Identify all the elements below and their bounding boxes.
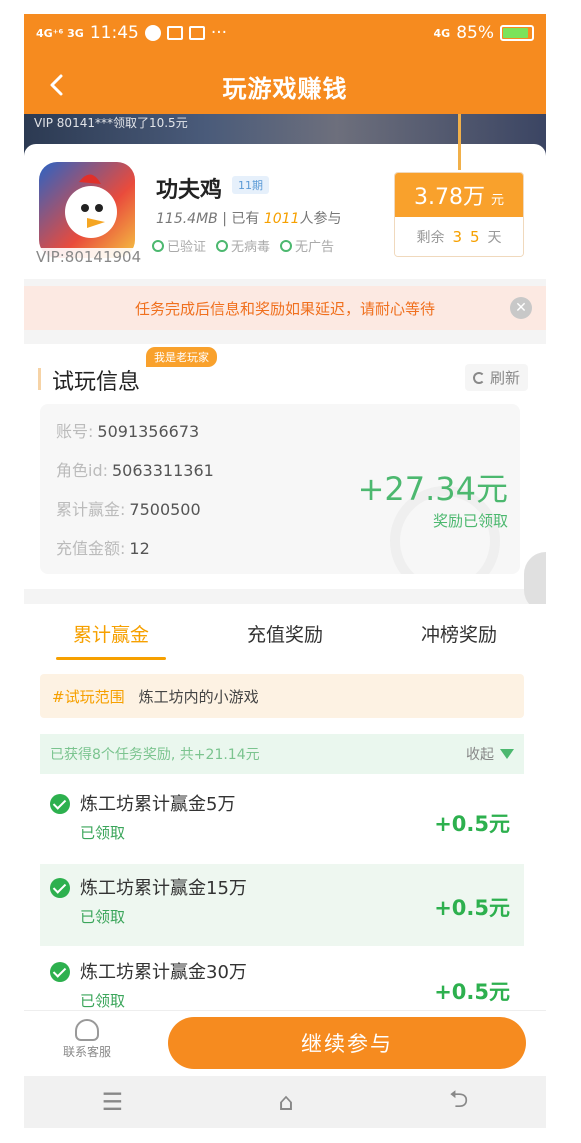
range-value: 炼工坊内的小游戏 (138, 687, 259, 706)
verified-tag: 已验证 (152, 236, 206, 255)
remaining-days-digit-2: 5 (470, 228, 480, 246)
network-right-indicator: 4G (433, 26, 451, 40)
app-icon (39, 162, 135, 258)
app-tags: 已验证 无病毒 无广告 (152, 236, 334, 255)
total-win-row: 累计赢金: 7500500 (56, 500, 201, 519)
shield-check-icon (216, 239, 229, 252)
section-accent-bar (38, 368, 41, 390)
task-reward: +0.5元 (434, 896, 510, 920)
trial-info-title: 试玩信息 (52, 370, 141, 395)
task-reward: +0.5元 (434, 980, 510, 1004)
remaining-days-digit-1: 3 (452, 228, 462, 246)
check-circle-icon (50, 794, 70, 814)
task-name: 炼工坊累计赢金15万 (80, 878, 247, 899)
refresh-icon (472, 372, 485, 384)
task-item: 炼工坊累计赢金15万 已领取 +0.5元 (40, 864, 524, 946)
banner-connector (458, 114, 461, 170)
more-notifications: ··· (210, 23, 228, 43)
reward-amount: +27.34元 (357, 470, 508, 508)
old-player-badge: 我是老玩家 (146, 347, 217, 367)
notification-icon (144, 25, 161, 41)
check-circle-icon (50, 878, 70, 898)
notice-text: 任务完成后信息和奖励如果延迟，请耐心等待 (134, 299, 435, 318)
refresh-button[interactable]: 刷新 (464, 364, 528, 391)
back-button[interactable] (42, 70, 72, 100)
task-content: #试玩范围 炼工坊内的小游戏 已获得8个任务奖励, 共+21.14元 收起 炼工… (24, 664, 546, 1024)
system-nav-bar: ☰ ⌂ ⮌ (24, 1076, 546, 1128)
tab-recharge-reward[interactable]: 充值奖励 (198, 604, 372, 664)
virus-free-tag: 无病毒 (216, 236, 270, 255)
customer-service-button[interactable]: 联系客服 (54, 1017, 120, 1060)
battery-percent: 85% (456, 23, 494, 43)
task-summary: 已获得8个任务奖励, 共+21.14元 收起 (40, 734, 524, 774)
reward-status: 奖励已领取 (432, 512, 508, 530)
app-meta: 115.4MB | 已有 1011人参与 (156, 208, 341, 228)
network-indicator: 4G⁺⁶ 3G (36, 26, 84, 40)
recharge-row: 充值金额: 12 (56, 539, 150, 558)
phone-screen: 4G⁺⁶ 3G 11:45 ··· 4G 85% 玩游戏赚钱 VIP 80141… (24, 14, 546, 1128)
reward-pool-box: 3.78万 元 剩余 3 5 天 (394, 172, 524, 257)
task-status: 已领取 (80, 992, 126, 1010)
task-item: 炼工坊累计赢金5万 已领取 +0.5元 (40, 780, 524, 862)
triangle-down-icon (500, 749, 514, 759)
close-icon[interactable]: ✕ (510, 297, 532, 319)
notice-bar: 任务完成后信息和奖励如果延迟，请耐心等待 ✕ (24, 286, 546, 330)
participants-prefix: | 已有 (222, 211, 260, 227)
participants-suffix: 人参与 (299, 211, 342, 227)
collapse-button[interactable]: 收起 (466, 744, 514, 764)
back-icon[interactable]: ⮌ (449, 1082, 468, 1123)
remaining-label: 剩余 (416, 230, 445, 246)
message-icon (166, 26, 183, 40)
banner-text: VIP 80141***领取了10.5元 (34, 116, 188, 130)
remaining-unit: 天 (487, 230, 502, 246)
task-status: 已领取 (80, 824, 126, 842)
participants-count: 1011 (263, 211, 300, 227)
reward-tabs: 累计赢金 充值奖励 冲榜奖励 (24, 604, 546, 664)
task-status: 已领取 (80, 908, 126, 926)
page-title: 玩游戏赚钱 (222, 74, 348, 103)
trial-info-section: 试玩信息 我是老玩家 刷新 账号: 5091356673 角色id: 5063311… (24, 344, 546, 589)
app-name: 功夫鸡 (156, 178, 223, 203)
headset-icon (75, 1019, 99, 1041)
period-badge: 11期 (232, 176, 269, 194)
menu-icon[interactable]: ☰ (102, 1088, 124, 1116)
reward-total: 3.78万 (413, 185, 485, 210)
bottom-action-bar: 联系客服 继续参与 (24, 1010, 546, 1076)
task-name: 炼工坊累计赢金5万 (80, 794, 236, 815)
battery-icon (500, 25, 534, 41)
task-name: 炼工坊累计赢金30万 (80, 962, 247, 983)
range-key: #试玩范围 (52, 687, 125, 706)
task-reward: +0.5元 (434, 812, 510, 836)
vip-id: VIP:80141904 (34, 248, 144, 266)
check-circle-icon (50, 962, 70, 982)
side-float-button[interactable] (524, 552, 546, 612)
calendar-icon (188, 26, 205, 40)
ad-free-tag: 无广告 (280, 236, 334, 255)
app-card: VIP:80141904 功夫鸡 11期 115.4MB | 已有 1011人参… (24, 144, 546, 279)
title-bar: 玩游戏赚钱 (24, 58, 546, 114)
role-id-row: 角色id: 5063311361 (56, 461, 214, 480)
app-size: 115.4MB (156, 211, 218, 227)
verified-icon (152, 239, 164, 252)
trial-range: #试玩范围 炼工坊内的小游戏 (40, 674, 524, 718)
tab-ranking-reward[interactable]: 冲榜奖励 (372, 604, 546, 664)
no-ad-icon (280, 239, 293, 252)
summary-text: 已获得8个任务奖励, 共+21.14元 (50, 747, 260, 763)
tab-cumulative-win[interactable]: 累计赢金 (24, 604, 198, 664)
home-icon[interactable]: ⌂ (279, 1088, 294, 1116)
customer-service-label: 联系客服 (62, 1045, 111, 1059)
status-time: 11:45 (89, 23, 139, 43)
top-bar: 4G⁺⁶ 3G 11:45 ··· 4G 85% 玩游戏赚钱 (24, 14, 546, 114)
status-bar: 4G⁺⁶ 3G 11:45 ··· 4G 85% (24, 14, 546, 52)
account-row: 账号: 5091356673 (56, 422, 200, 441)
reward-unit: 元 (490, 192, 504, 208)
continue-button[interactable]: 继续参与 (168, 1017, 526, 1069)
trial-info-box: 账号: 5091356673 角色id: 5063311361 累计赢金: 75005… (40, 404, 520, 574)
